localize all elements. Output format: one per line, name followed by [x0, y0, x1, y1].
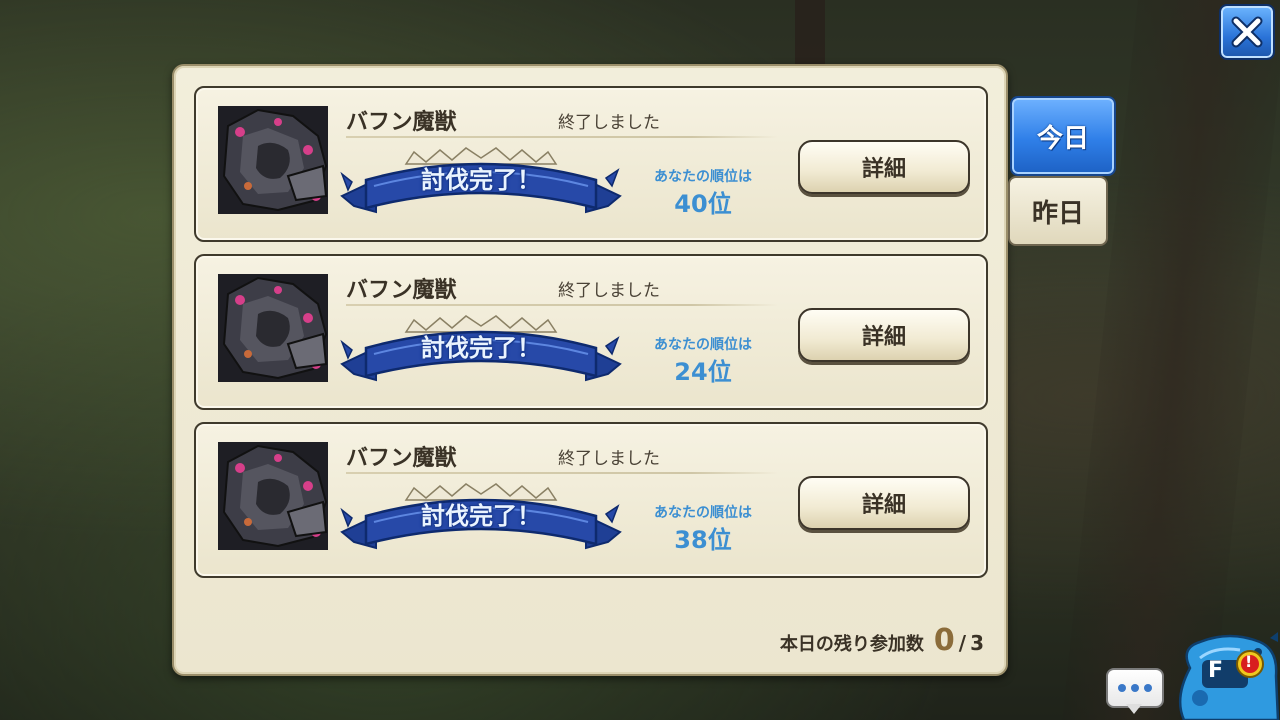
result-banner-text: 討伐完了！	[421, 334, 541, 362]
boss-name: バフン魔獣	[346, 278, 457, 303]
boss-portrait	[218, 442, 328, 550]
remaining-max: 3	[970, 631, 984, 655]
raid-entry-card: バフン魔獣 終了しました 討伐完了！ あなたの順位は 38位 詳細	[194, 422, 988, 578]
remaining-current: 0	[933, 623, 955, 658]
close-icon	[1231, 16, 1263, 48]
status-text: 終了しました	[558, 449, 660, 469]
divider	[346, 304, 778, 306]
mascot-icon	[1178, 632, 1280, 720]
remaining-label: 本日の残り参加数	[779, 634, 924, 655]
rank-label: あなたの順位は	[654, 337, 752, 353]
remaining-separator: /	[958, 631, 967, 655]
result-ribbon: 討伐完了！	[336, 146, 626, 218]
remaining-entries: 本日の残り参加数 0 / 3	[780, 623, 984, 658]
boss-name: バフン魔獣	[346, 110, 457, 135]
boss-name: バフン魔獣	[346, 446, 457, 471]
status-text: 終了しました	[558, 113, 660, 133]
chat-button[interactable]	[1106, 668, 1164, 708]
rank-value: 40位	[674, 190, 732, 218]
chat-bubble-tail	[1126, 704, 1142, 714]
background-trunk	[795, 0, 825, 70]
mascot-notification-button[interactable]: F !	[1170, 628, 1280, 720]
detail-button[interactable]: 詳細	[798, 476, 970, 530]
raid-results-panel: バフン魔獣 終了しました 討伐完了！ あなたの順位は 40位 詳細 バフン魔獣 …	[172, 64, 1008, 676]
mascot-letter: F	[1208, 658, 1224, 683]
chat-bubble-icon	[1118, 684, 1152, 692]
close-button[interactable]	[1219, 4, 1275, 60]
status-text: 終了しました	[558, 281, 660, 301]
tab-today[interactable]: 今日	[1010, 96, 1116, 176]
rank-label: あなたの順位は	[654, 169, 752, 185]
detail-button[interactable]: 詳細	[798, 140, 970, 194]
result-banner-text: 討伐完了！	[421, 166, 541, 194]
rank-value: 24位	[674, 358, 732, 386]
divider	[346, 136, 778, 138]
raid-entry-card: バフン魔獣 終了しました 討伐完了！ あなたの順位は 40位 詳細	[194, 86, 988, 242]
rank-label: あなたの順位は	[654, 505, 752, 521]
result-ribbon: 討伐完了！	[336, 314, 626, 386]
raid-entry-card: バフン魔獣 終了しました 討伐完了！ あなたの順位は 24位 詳細	[194, 254, 988, 410]
alert-icon: !	[1245, 652, 1253, 671]
result-ribbon: 討伐完了！	[336, 482, 626, 554]
boss-portrait	[218, 106, 328, 214]
result-banner-text: 討伐完了！	[421, 502, 541, 530]
detail-button[interactable]: 詳細	[798, 308, 970, 362]
boss-portrait	[218, 274, 328, 382]
rank-value: 38位	[674, 526, 732, 554]
divider	[346, 472, 778, 474]
tab-yesterday[interactable]: 昨日	[1008, 176, 1108, 246]
